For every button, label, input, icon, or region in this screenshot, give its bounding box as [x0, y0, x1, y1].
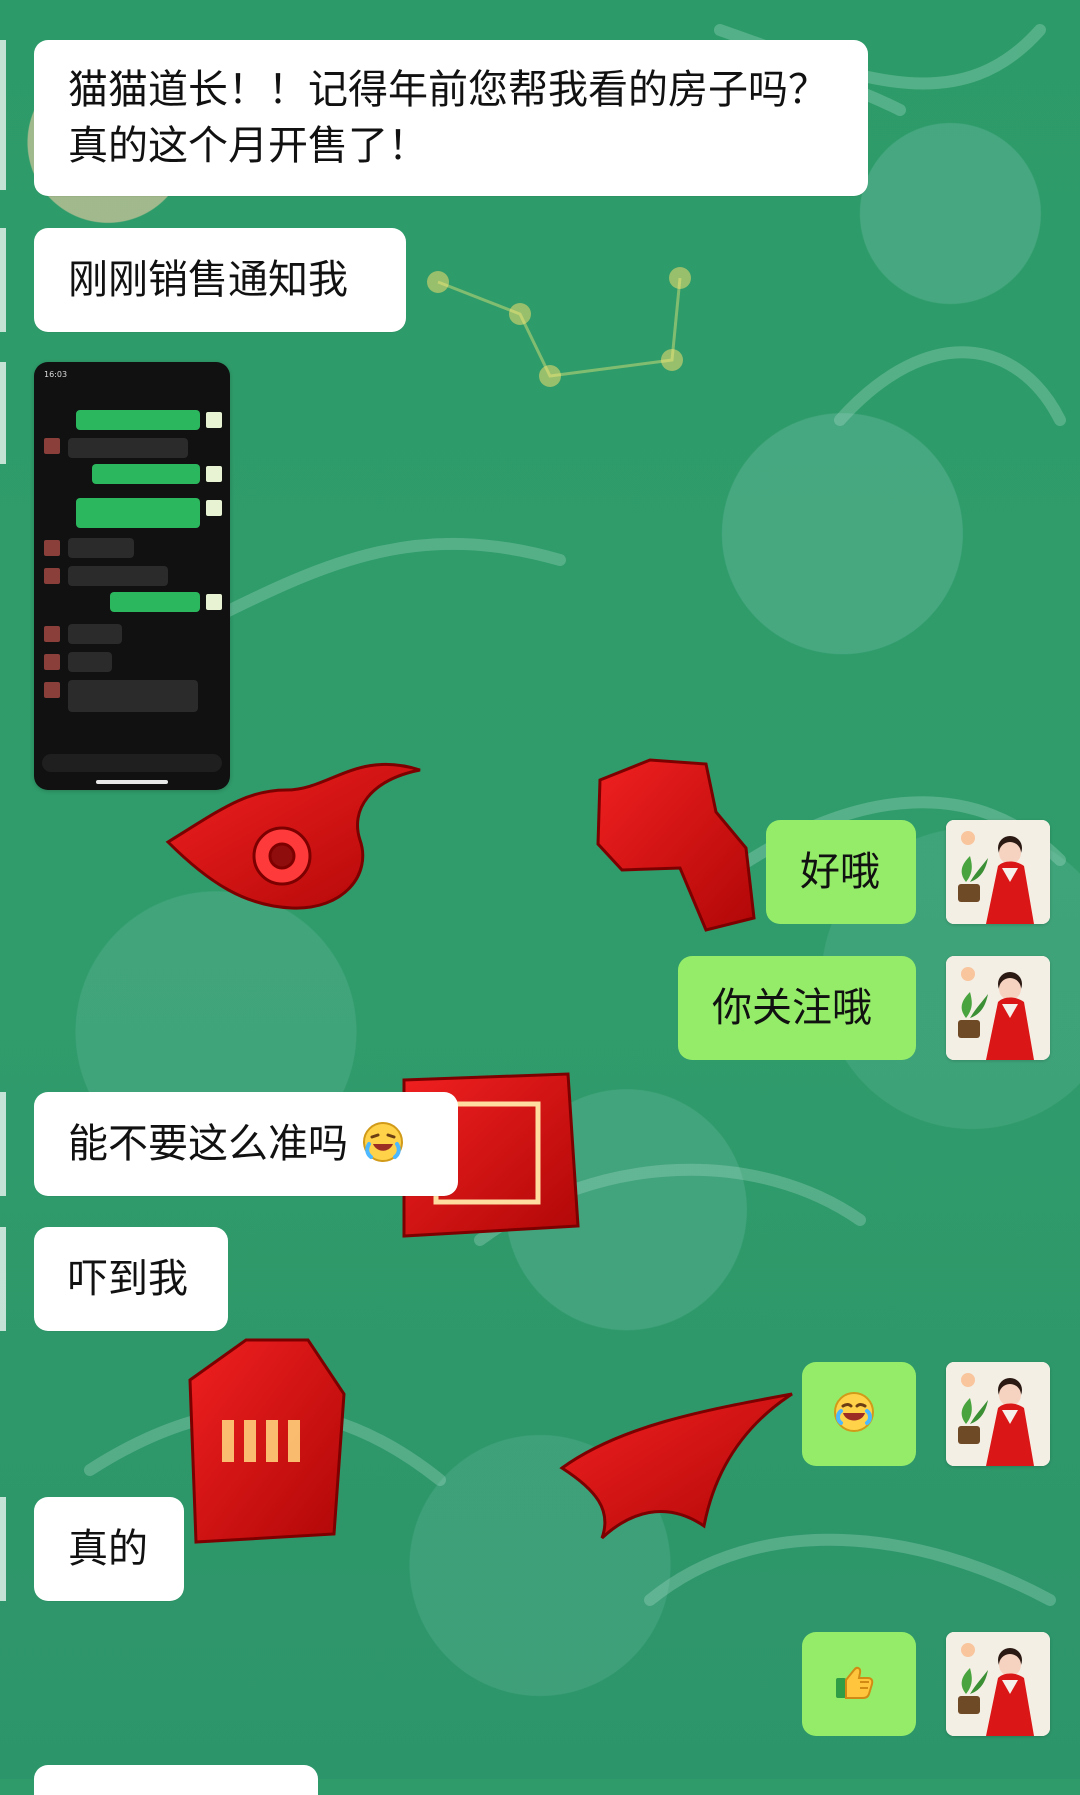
avatar-woman-red-hanfu-icon[interactable] [946, 820, 1050, 924]
avatar-woman-red-hanfu-icon[interactable] [946, 1362, 1050, 1466]
crying-laughing-face-icon [361, 1120, 405, 1164]
message-text: 刚刚销售通知我 [68, 257, 348, 303]
screenshot-avatar-right [206, 500, 222, 516]
message-bubble[interactable]: 你关注哦 [678, 956, 916, 1060]
avatar-woman-red-hanfu-icon [946, 820, 1050, 924]
screenshot-message-left [68, 438, 188, 458]
message-text: 猫猫道长！！记得年前您帮我看的房子吗？ 真的这个月开售了！ [68, 67, 828, 169]
message-bubble[interactable]: 能不要这么准吗 [34, 1092, 458, 1196]
message-bubble[interactable]: 吓到我 [34, 1227, 228, 1331]
message-bubble[interactable] [802, 1632, 916, 1736]
incoming-edge-marker [0, 1497, 6, 1601]
screenshot-message-left [68, 624, 122, 644]
screenshot-avatar-left [44, 626, 60, 642]
avatar-woman-red-hanfu-icon[interactable] [946, 1632, 1050, 1736]
incoming-edge-marker [0, 362, 6, 464]
screenshot-message-right [76, 498, 200, 528]
screenshot-input-bar [42, 754, 222, 772]
screenshot-message-left [68, 680, 198, 712]
message-bubble[interactable]: 猫猫道长！！记得年前您帮我看的房子吗？ 真的这个月开售了！ [34, 40, 868, 196]
screenshot-message-right [92, 464, 200, 484]
message-bubble[interactable] [802, 1362, 916, 1466]
chat-screenshot-image[interactable]: 16:03 [34, 362, 230, 790]
partially-visible-message-bubble[interactable] [34, 1765, 318, 1795]
screenshot-message-left [68, 538, 134, 558]
message-text: 能不要这么准吗 [68, 1116, 424, 1172]
screenshot-message-left [68, 652, 112, 672]
screenshot-avatar-right [206, 412, 222, 428]
screenshot-avatar-left [44, 682, 60, 698]
screenshot-message-right [76, 410, 200, 430]
screenshot-message-right [110, 592, 200, 612]
screenshot-avatar-left [44, 568, 60, 584]
screenshot-status-bar: 16:03 [44, 370, 220, 382]
screenshot-avatar-right [206, 466, 222, 482]
incoming-edge-marker [0, 1227, 6, 1331]
tears-of-joy-face-icon [832, 1390, 876, 1434]
avatar-woman-red-hanfu-icon [946, 1632, 1050, 1736]
screenshot-avatar-left [44, 540, 60, 556]
message-bubble[interactable]: 真的 [34, 1497, 184, 1601]
screenshot-avatar-right [206, 594, 222, 610]
incoming-edge-marker [0, 40, 6, 190]
avatar-woman-red-hanfu-icon [946, 1362, 1050, 1466]
message-text: 真的 [68, 1526, 148, 1572]
message-text: 好哦 [800, 849, 880, 895]
avatar-woman-red-hanfu-icon [946, 956, 1050, 1060]
screenshot-avatar-left [44, 438, 60, 454]
incoming-edge-marker [0, 228, 6, 332]
message-text: 你关注哦 [712, 985, 872, 1031]
screenshot-time: 16:03 [44, 370, 68, 379]
message-text-content: 能不要这么准吗 [68, 1121, 348, 1167]
thumbs-up-icon [832, 1660, 876, 1704]
screenshot-message-left [68, 566, 168, 586]
screenshot-avatar-left [44, 654, 60, 670]
avatar-woman-red-hanfu-icon[interactable] [946, 956, 1050, 1060]
incoming-edge-marker [0, 1092, 6, 1196]
screenshot-home-indicator [96, 780, 168, 784]
message-bubble[interactable]: 刚刚销售通知我 [34, 228, 406, 332]
message-text: 吓到我 [68, 1256, 188, 1302]
message-bubble[interactable]: 好哦 [766, 820, 916, 924]
